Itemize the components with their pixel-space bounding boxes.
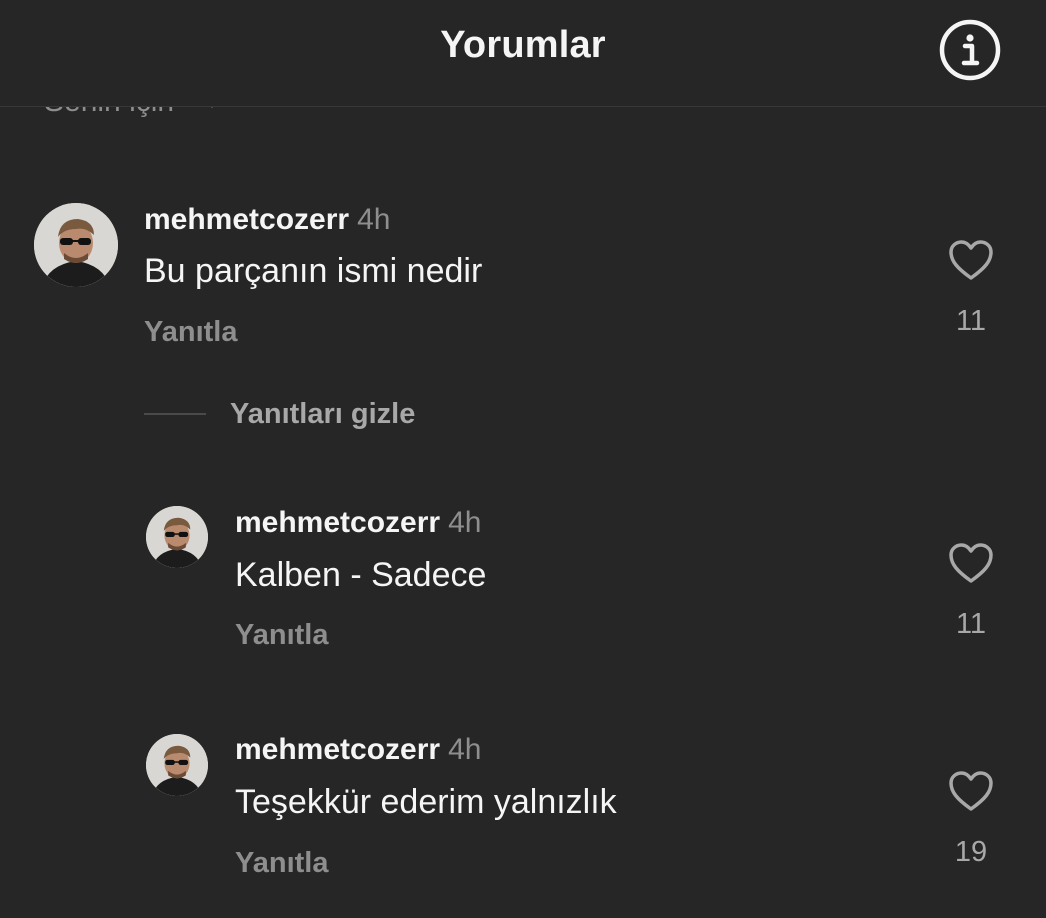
reply-username[interactable]: mehmetcozerr [235,733,440,766]
header-bar: Yorumlar [0,0,1046,107]
reply-text: Kalben - Sadece [235,556,487,594]
page-title: Yorumlar [440,24,606,66]
reply-text: Teşekkür ederim yalnızlık [235,783,617,821]
like-button[interactable] [947,541,995,585]
reply-username[interactable]: mehmetcozerr [235,506,440,539]
comment-username[interactable]: mehmetcozerr [144,203,349,236]
reply-time: 4h [448,506,482,539]
like-count: 19 [954,836,988,868]
reply-time: 4h [448,733,482,766]
like-count: 11 [955,305,987,337]
user-photo [146,506,208,568]
avatar[interactable] [146,734,208,796]
reply-button[interactable]: Yanıtla [235,619,329,652]
comment-text: Bu parçanın ismi nedir [144,252,483,290]
comment-time: 4h [357,203,391,236]
hide-replies-button[interactable]: Yanıtları gizle [144,392,415,436]
avatar[interactable] [146,506,208,568]
heart-outline-icon [949,771,993,811]
user-photo [146,734,208,796]
heart-outline-icon [949,240,993,280]
like-count: 11 [955,608,987,640]
divider-line [144,413,206,415]
heart-outline-icon [949,543,993,583]
reply-button[interactable]: Yanıtla [235,847,329,880]
info-button[interactable] [938,18,1002,82]
avatar[interactable] [34,203,118,287]
hide-replies-label: Yanıtları gizle [230,397,416,430]
info-circle-icon [939,19,1001,81]
like-button[interactable] [947,769,995,813]
user-photo [34,203,118,287]
reply-button[interactable]: Yanıtla [144,316,238,349]
like-button[interactable] [947,238,995,282]
